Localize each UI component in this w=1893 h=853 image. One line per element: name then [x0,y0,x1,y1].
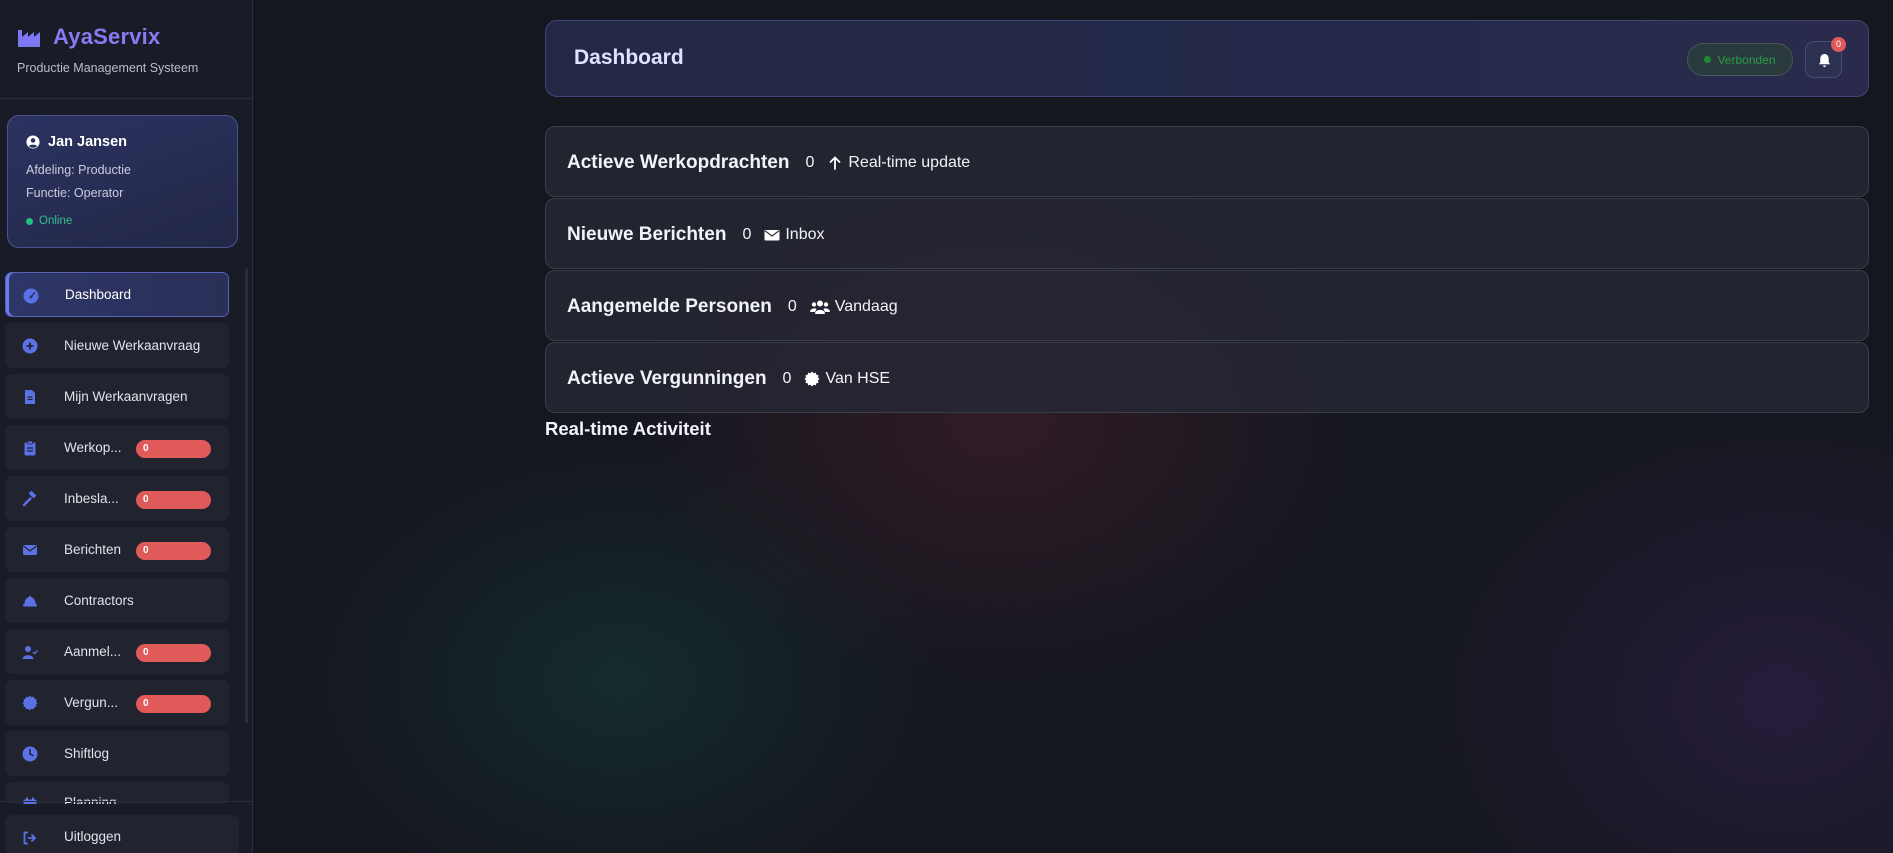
hammer-icon [22,491,36,507]
card-meta: Real-time update [827,154,970,172]
user-check-icon [22,646,38,659]
card-count: 0 [782,369,792,387]
sidebar-item-label: Mijn Werkaanvragen [64,389,188,404]
sidebar-item-label: Berichten [64,542,122,557]
factory-icon [18,30,40,47]
logout-button[interactable]: Uitloggen [5,815,239,853]
users-icon [809,300,830,314]
count-badge: 0 [136,491,211,509]
clock-icon [22,746,38,762]
bell-icon [1818,53,1831,68]
notification-count-badge: 0 [1831,37,1846,52]
card-meta: Inbox [764,226,824,244]
brand-subtitle: Productie Management Systeem [17,61,199,75]
brand[interactable]: AyaServix [17,24,160,50]
logout-label: Uitloggen [64,829,122,844]
card-meta-label: Inbox [785,225,825,243]
stat-card-registered-persons[interactable]: Aangemelde Personen 0 Vandaag [545,270,1869,341]
plus-circle-icon [22,338,38,354]
divider [0,801,252,802]
user-status: Online [26,215,219,227]
sidebar-item-label: Shiftlog [64,746,110,761]
sidebar-item-label: Nieuwe Werkaanvraag [64,338,201,353]
user-circle-icon [26,135,40,149]
card-count: 0 [805,153,815,171]
connection-status-label: Verbonden [1717,52,1776,67]
user-name-row: Jan Jansen [26,134,219,150]
sidebar-item-label: Dashboard [65,287,132,302]
count-badge: 0 [136,695,211,713]
sidebar-item-permits[interactable]: Vergun... 0 [5,680,229,725]
gauge-icon [23,288,39,304]
user-card: Jan Jansen Afdeling: Productie Functie: … [7,115,238,248]
count-badge: 0 [136,542,211,560]
user-name: Jan Jansen [48,134,127,150]
sidebar-item-label: Inbesla... [64,491,119,506]
card-meta: Van HSE [804,370,890,388]
page-title: Dashboard [574,46,684,69]
sidebar-item-registrations[interactable]: Aanmel... 0 [5,629,229,674]
card-meta-label: Vandaag [834,297,898,315]
hardhat-icon [23,596,37,607]
sidebar-nav: Dashboard Nieuwe Werkaanvraag Mijn Werka… [5,272,229,810]
card-title: Nieuwe Berichten [567,223,727,245]
top-header: Dashboard Verbonden 0 [545,20,1869,97]
sidebar-item-new-request[interactable]: Nieuwe Werkaanvraag [5,323,229,368]
stat-card-messages[interactable]: Nieuwe Berichten 0 Inbox [545,198,1869,269]
sidebar-item-seizures[interactable]: Inbesla... 0 [5,476,229,521]
sidebar: AyaServix Productie Management Systeem J… [0,0,253,853]
online-dot-icon [26,217,33,225]
sidebar-item-messages[interactable]: Berichten 0 [5,527,229,572]
sidebar-item-label: Planning [64,795,117,804]
sidebar-scrollbar[interactable] [245,268,248,723]
user-department: Afdeling: Productie [26,163,131,177]
user-status-label: Online [39,215,73,227]
stat-card-permits[interactable]: Actieve Vergunningen 0 Van HSE [545,342,1869,413]
sidebar-item-label: Werkop... [64,440,122,455]
divider [0,98,252,99]
user-role: Functie: Operator [26,186,124,200]
stat-card-work-orders[interactable]: Actieve Werkopdrachten 0 Real-time updat… [545,126,1869,197]
file-icon [25,390,35,404]
certificate-icon [22,695,38,711]
card-count: 0 [742,225,752,243]
sidebar-item-label: Vergun... [64,695,119,710]
card-meta-label: Real-time update [848,153,971,171]
envelope-icon [764,229,780,240]
card-count: 0 [787,297,797,315]
clipboard-icon [24,440,36,456]
sidebar-item-label: Contractors [64,593,134,608]
activity-section-title: Real-time Activiteit [545,418,711,439]
card-meta: Vandaag [809,297,898,316]
sidebar-item-contractors[interactable]: Contractors [5,578,229,623]
sidebar-item-label: Aanmel... [64,644,122,659]
sidebar-item-my-requests[interactable]: Mijn Werkaanvragen [5,374,229,419]
count-badge: 0 [136,644,211,662]
card-title: Aangemelde Personen [567,295,772,317]
sidebar-item-work-orders[interactable]: Werkop... 0 [5,425,229,470]
brand-name: AyaServix [53,24,161,49]
card-meta-label: Van HSE [825,369,891,387]
card-title: Actieve Vergunningen [567,367,767,389]
status-dot-icon [1704,56,1712,63]
arrow-up-icon [829,155,841,170]
count-badge: 0 [136,440,211,458]
sign-out-icon [23,831,37,845]
card-title: Actieve Werkopdrachten [567,151,790,173]
connection-status: Verbonden [1687,43,1793,76]
sidebar-item-dashboard[interactable]: Dashboard [5,272,229,317]
sidebar-item-shiftlog[interactable]: Shiftlog [5,731,229,776]
certificate-icon [804,371,820,386]
envelope-icon [23,545,37,555]
